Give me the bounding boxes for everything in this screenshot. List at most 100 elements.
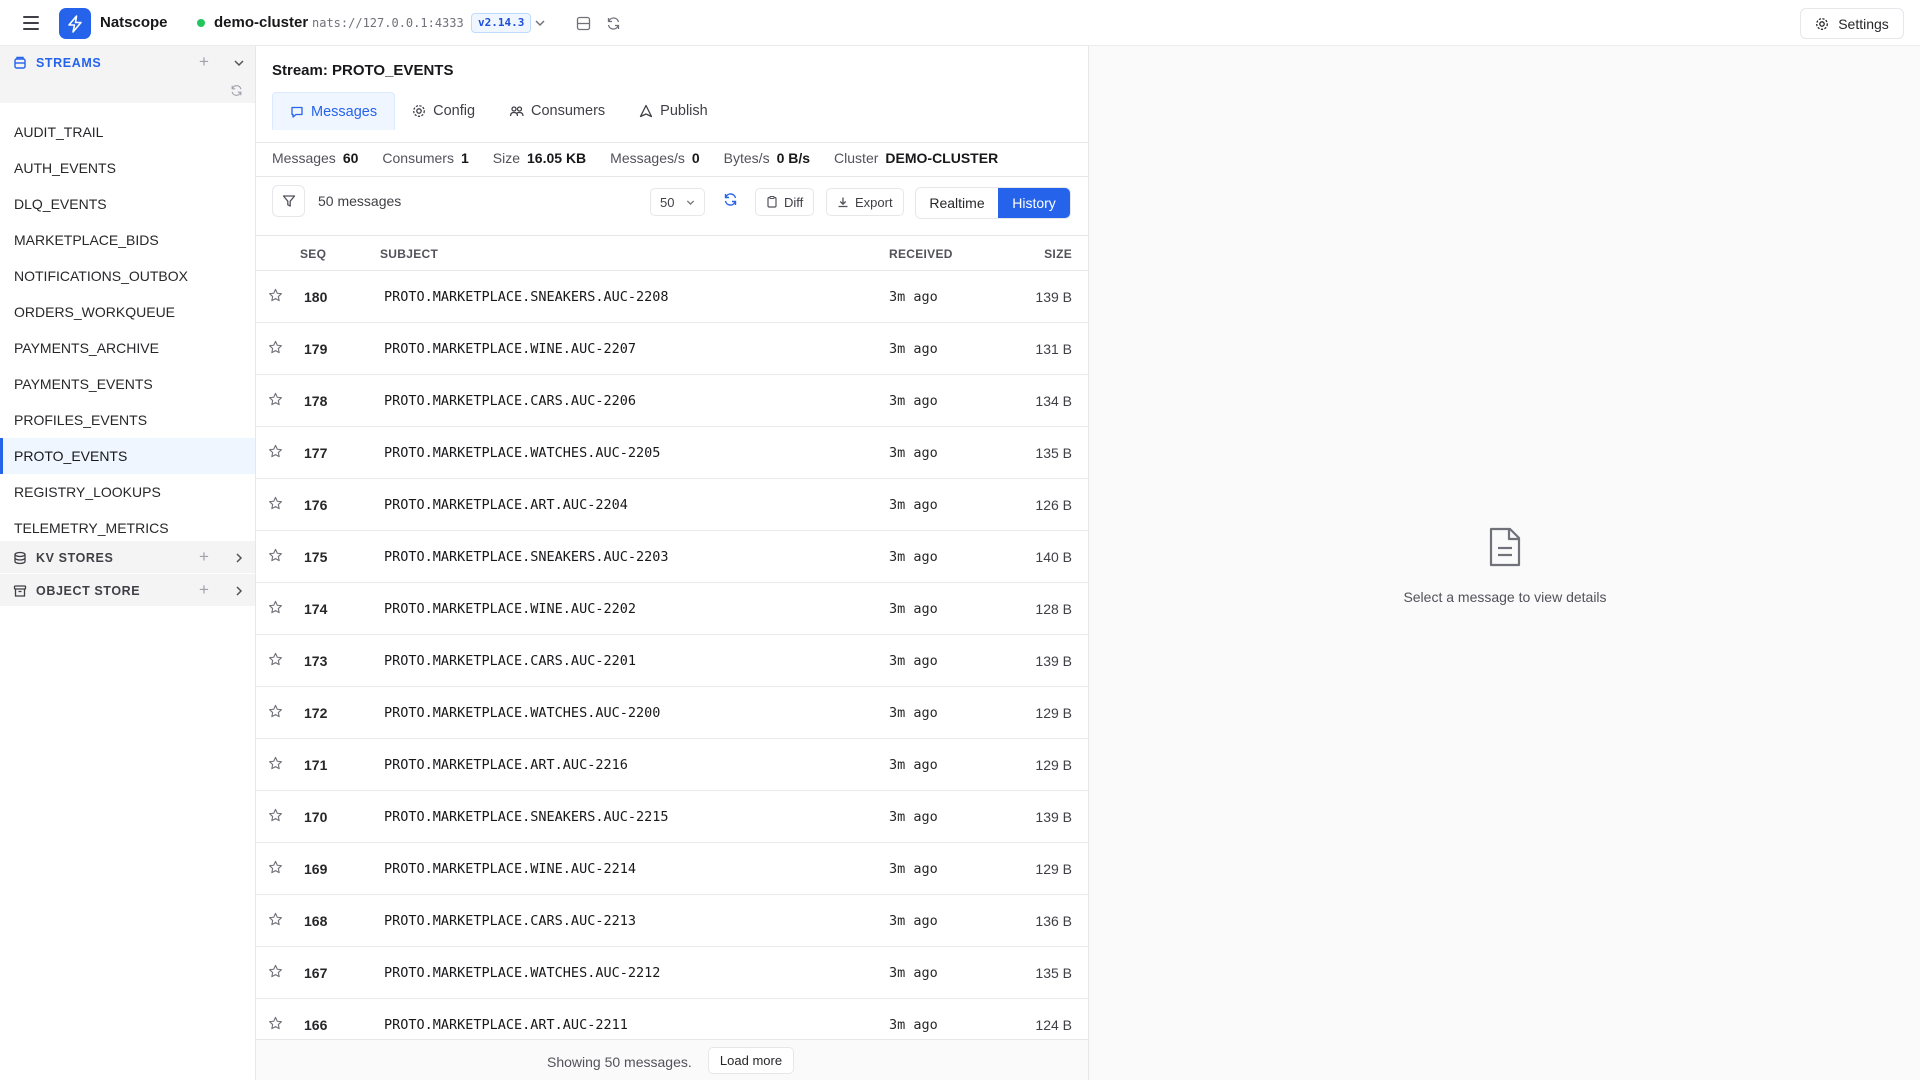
sidebar-item-payments-events[interactable]: PAYMENTS_EVENTS bbox=[0, 366, 255, 402]
row-seq: 178 bbox=[304, 393, 328, 409]
stream-list: AUDIT_TRAIL AUTH_EVENTS DLQ_EVENTS MARKE… bbox=[0, 114, 255, 546]
download-icon bbox=[838, 197, 848, 208]
streams-section-label: STREAMS bbox=[36, 56, 102, 70]
layout-icon[interactable] bbox=[573, 13, 593, 33]
limit-select[interactable]: 50 bbox=[650, 188, 705, 216]
star-icon[interactable] bbox=[268, 756, 283, 771]
table-row[interactable]: 168 PROTO.MARKETPLACE.CARS.AUC-2213 3m ago… bbox=[256, 895, 1088, 947]
column-header-received[interactable]: RECEIVED bbox=[889, 247, 953, 261]
sidebar-item-proto-events[interactable]: PROTO_EVENTS bbox=[0, 438, 255, 474]
refresh-streams-icon[interactable] bbox=[230, 84, 243, 97]
table-row[interactable]: 173 PROTO.MARKETPLACE.CARS.AUC-2201 3m ago… bbox=[256, 635, 1088, 687]
stat-cluster-key: Cluster bbox=[834, 150, 879, 166]
object-store-section-header[interactable]: OBJECT STORE + bbox=[0, 574, 255, 606]
row-size: 136 B bbox=[1035, 913, 1072, 929]
row-size: 135 B bbox=[1035, 445, 1072, 461]
add-stream-icon[interactable]: + bbox=[199, 53, 209, 70]
diff-button[interactable]: Diff bbox=[755, 188, 815, 216]
table-row[interactable]: 174 PROTO.MARKETPLACE.WINE.AUC-2202 3m ago… bbox=[256, 583, 1088, 635]
table-row[interactable]: 172 PROTO.MARKETPLACE.WATCHES.AUC-2200 3m … bbox=[256, 687, 1088, 739]
kv-stores-section-header[interactable]: KV STORES + bbox=[0, 541, 255, 573]
row-received: 3m ago bbox=[889, 445, 938, 461]
chevron-down-icon[interactable] bbox=[232, 56, 246, 70]
sidebar-item-registry-lookups[interactable]: REGISTRY_LOOKUPS bbox=[0, 474, 255, 510]
stat-consumers-key: Consumers bbox=[382, 150, 454, 166]
sidebar-item-auth-events[interactable]: AUTH_EVENTS bbox=[0, 150, 255, 186]
star-icon[interactable] bbox=[268, 600, 283, 615]
realtime-toggle-button[interactable]: Realtime bbox=[916, 188, 998, 218]
chevron-right-icon[interactable] bbox=[232, 584, 246, 598]
history-toggle-button[interactable]: History bbox=[998, 188, 1070, 218]
stat-messages-value: 60 bbox=[342, 150, 359, 166]
cluster-dropdown-chevron-icon[interactable] bbox=[530, 13, 550, 33]
table-row[interactable]: 177 PROTO.MARKETPLACE.WATCHES.AUC-2205 3m … bbox=[256, 427, 1088, 479]
row-subject: PROTO.MARKETPLACE.SNEAKERS.AUC-2203 bbox=[384, 549, 669, 565]
table-row[interactable]: 179 PROTO.MARKETPLACE.WINE.AUC-2207 3m ago… bbox=[256, 323, 1088, 375]
row-received: 3m ago bbox=[889, 653, 938, 669]
app-name: Natscope bbox=[100, 14, 168, 31]
streams-section-header[interactable]: STREAMS + bbox=[0, 46, 255, 79]
sidebar-item-notifications-outbox[interactable]: NOTIFICATIONS_OUTBOX bbox=[0, 258, 255, 294]
row-subject: PROTO.MARKETPLACE.WINE.AUC-2207 bbox=[384, 341, 636, 357]
stat-bytes-per-sec: Bytes/s 0 B/s bbox=[724, 150, 810, 166]
star-icon[interactable] bbox=[268, 392, 283, 407]
refresh-messages-icon[interactable] bbox=[723, 192, 738, 210]
sidebar-item-audit-trail[interactable]: AUDIT_TRAIL bbox=[0, 114, 255, 150]
star-icon[interactable] bbox=[268, 808, 283, 823]
add-object-store-icon[interactable]: + bbox=[199, 581, 209, 598]
streams-refresh-row bbox=[0, 79, 255, 103]
star-icon[interactable] bbox=[268, 704, 283, 719]
chevron-right-icon[interactable] bbox=[232, 551, 246, 565]
star-icon[interactable] bbox=[268, 652, 283, 667]
table-row[interactable]: 170 PROTO.MARKETPLACE.SNEAKERS.AUC-2215 3m… bbox=[256, 791, 1088, 843]
gear-icon bbox=[1816, 17, 1829, 30]
column-header-seq[interactable]: SEQ bbox=[300, 247, 326, 261]
sidebar-item-payments-archive[interactable]: PAYMENTS_ARCHIVE bbox=[0, 330, 255, 366]
add-kv-store-icon[interactable]: + bbox=[199, 548, 209, 565]
archive-icon bbox=[13, 585, 27, 597]
stat-messages-per-sec: Messages/s 0 bbox=[610, 150, 700, 166]
row-subject: PROTO.MARKETPLACE.ART.AUC-2211 bbox=[384, 1017, 628, 1033]
star-icon[interactable] bbox=[268, 496, 283, 511]
star-icon[interactable] bbox=[268, 288, 283, 303]
table-row[interactable]: 176 PROTO.MARKETPLACE.ART.AUC-2204 3m ago 1… bbox=[256, 479, 1088, 531]
load-more-button[interactable]: Load more bbox=[708, 1047, 794, 1074]
settings-label: Settings bbox=[1838, 15, 1889, 32]
star-icon[interactable] bbox=[268, 964, 283, 979]
cluster-name[interactable]: demo-cluster bbox=[214, 14, 308, 31]
table-row[interactable]: 178 PROTO.MARKETPLACE.CARS.AUC-2206 3m ago… bbox=[256, 375, 1088, 427]
row-seq: 167 bbox=[304, 965, 328, 981]
tab-config[interactable]: Config bbox=[395, 92, 492, 130]
tab-publish[interactable]: Publish bbox=[622, 92, 725, 130]
row-subject: PROTO.MARKETPLACE.WINE.AUC-2202 bbox=[384, 601, 636, 617]
sidebar-item-orders-workqueue[interactable]: ORDERS_WORKQUEUE bbox=[0, 294, 255, 330]
star-icon[interactable] bbox=[268, 860, 283, 875]
table-row[interactable]: 169 PROTO.MARKETPLACE.WINE.AUC-2214 3m ago… bbox=[256, 843, 1088, 895]
export-button[interactable]: Export bbox=[826, 188, 904, 216]
star-icon[interactable] bbox=[268, 912, 283, 927]
table-row[interactable]: 175 PROTO.MARKETPLACE.SNEAKERS.AUC-2203 3m… bbox=[256, 531, 1088, 583]
sidebar-item-dlq-events[interactable]: DLQ_EVENTS bbox=[0, 186, 255, 222]
row-received: 3m ago bbox=[889, 1017, 938, 1033]
row-seq: 166 bbox=[304, 1017, 328, 1033]
showing-count: Showing 50 messages. bbox=[547, 1054, 692, 1070]
tab-consumers[interactable]: Consumers bbox=[492, 92, 622, 130]
row-seq: 172 bbox=[304, 705, 328, 721]
table-row[interactable]: 167 PROTO.MARKETPLACE.WATCHES.AUC-2212 3m … bbox=[256, 947, 1088, 999]
star-icon[interactable] bbox=[268, 340, 283, 355]
refresh-icon[interactable] bbox=[603, 13, 623, 33]
table-row[interactable]: 171 PROTO.MARKETPLACE.ART.AUC-2216 3m ago 1… bbox=[256, 739, 1088, 791]
menu-icon[interactable] bbox=[22, 14, 40, 32]
star-icon[interactable] bbox=[268, 1016, 283, 1031]
filter-button[interactable] bbox=[272, 185, 305, 217]
settings-button[interactable]: Settings bbox=[1800, 8, 1904, 39]
table-row[interactable]: 180 PROTO.MARKETPLACE.SNEAKERS.AUC-2208 3m… bbox=[256, 271, 1088, 323]
sidebar-item-profiles-events[interactable]: PROFILES_EVENTS bbox=[0, 402, 255, 438]
star-icon[interactable] bbox=[268, 548, 283, 563]
sidebar-item-marketplace-bids[interactable]: MARKETPLACE_BIDS bbox=[0, 222, 255, 258]
row-size: 126 B bbox=[1035, 497, 1072, 513]
column-header-subject[interactable]: SUBJECT bbox=[380, 247, 438, 261]
column-header-size[interactable]: SIZE bbox=[1044, 247, 1072, 261]
star-icon[interactable] bbox=[268, 444, 283, 459]
tab-messages[interactable]: Messages bbox=[272, 92, 396, 130]
